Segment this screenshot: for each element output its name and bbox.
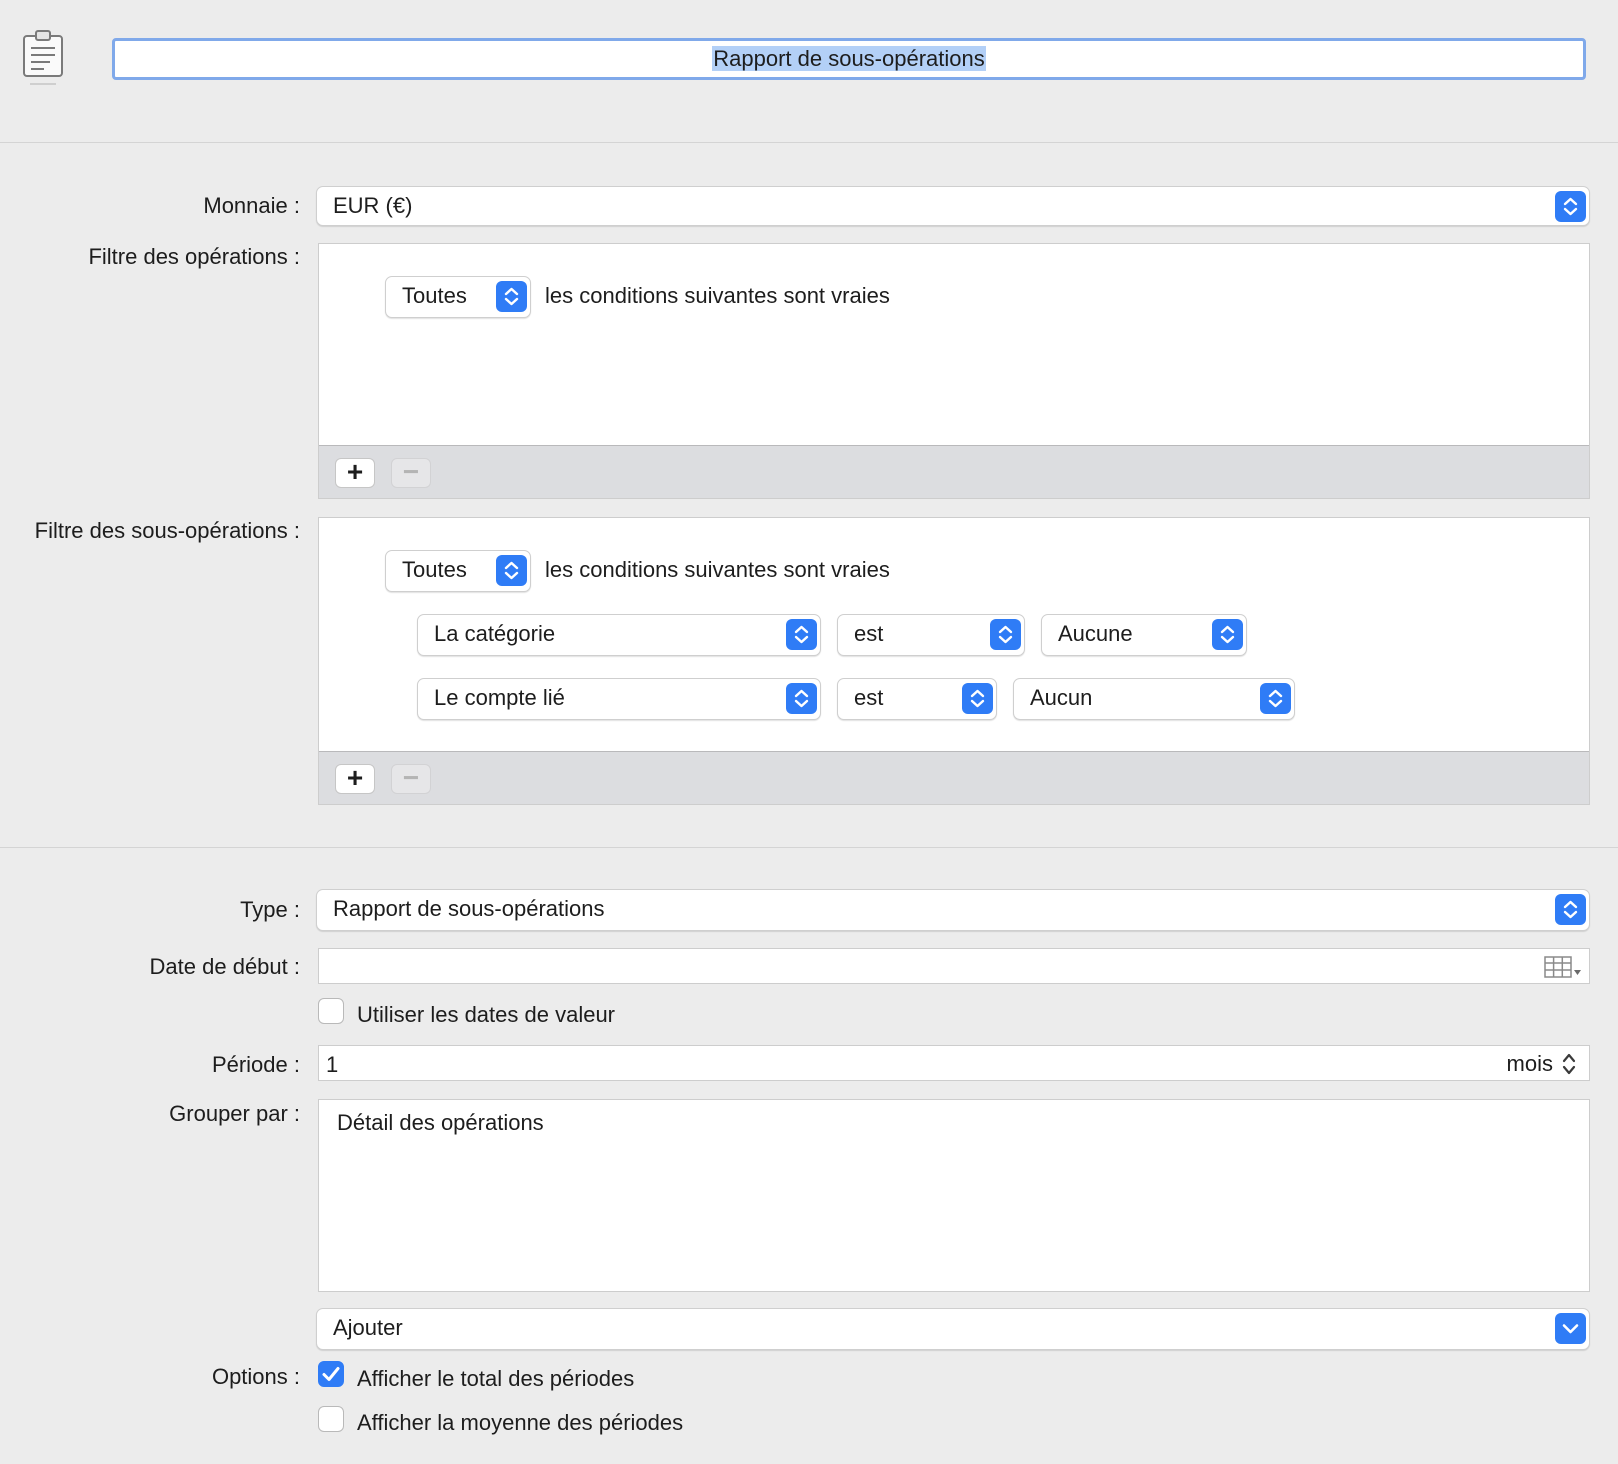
chevron-updown-icon [496, 281, 527, 312]
chevron-updown-icon [1555, 191, 1586, 222]
chevron-updown-icon [990, 619, 1021, 650]
show-total-label: Afficher le total des périodes [357, 1366, 635, 1391]
remove-rule-button[interactable]: − [391, 764, 431, 794]
rule-field-value: La catégorie [434, 621, 556, 646]
split-filter-label: Filtre des sous-opérations : [34, 518, 300, 543]
transaction-filter-label: Filtre des opérations : [88, 244, 300, 269]
rule-operator-value: est [854, 621, 884, 646]
start-date-field[interactable] [318, 948, 1590, 984]
checkmark-icon [322, 1367, 340, 1381]
transaction-match-popup[interactable]: Toutes [385, 276, 531, 318]
show-average-checkbox[interactable] [318, 1406, 344, 1432]
transaction-filter-editor: Toutes les conditions suivantes sont vra… [318, 243, 1590, 499]
split-match-suffix: les conditions suivantes sont vraies [545, 557, 890, 582]
split-match-popup[interactable]: Toutes [385, 550, 531, 592]
list-item[interactable]: Détail des opérations [337, 1110, 544, 1136]
transaction-filter-toolbar: + − [319, 445, 1589, 498]
add-rule-button[interactable]: + [335, 458, 375, 488]
rule-operator-popup[interactable]: est [837, 614, 1025, 656]
chevron-updown-icon [496, 555, 527, 586]
rule-field-value: Le compte lié [434, 685, 565, 710]
calendar-icon[interactable] [1543, 955, 1583, 979]
group-by-label: Grouper par : [169, 1101, 300, 1126]
report-title-field[interactable]: Rapport de sous-opérations [112, 38, 1586, 80]
add-rule-button[interactable]: + [335, 764, 375, 794]
currency-popup[interactable]: EUR (€) [316, 186, 1590, 226]
rule-field-popup[interactable]: La catégorie [417, 614, 821, 656]
use-value-dates-checkbox[interactable] [318, 998, 344, 1024]
chevron-updown-icon [786, 683, 817, 714]
type-label: Type : [240, 897, 300, 922]
rule-value-popup[interactable]: Aucune [1041, 614, 1247, 656]
period-unit-value: mois [1506, 1051, 1553, 1076]
use-value-dates-label: Utiliser les dates de valeur [357, 1002, 616, 1027]
rule-field-popup[interactable]: Le compte lié [417, 678, 821, 720]
add-group-value: Ajouter [333, 1315, 403, 1340]
currency-label: Monnaie : [203, 193, 300, 218]
rule-value-popup[interactable]: Aucun [1013, 678, 1295, 720]
split-filter-editor: Toutes les conditions suivantes sont vra… [318, 517, 1590, 805]
rule-value-value: Aucune [1058, 621, 1133, 646]
chevron-updown-icon [1562, 1053, 1576, 1075]
report-title-text: Rapport de sous-opérations [712, 46, 986, 71]
transaction-match-suffix: les conditions suivantes sont vraies [545, 283, 890, 308]
chevron-updown-icon [1212, 619, 1243, 650]
chevron-updown-icon [1260, 683, 1291, 714]
remove-rule-button[interactable]: − [391, 458, 431, 488]
split-filter-toolbar: + − [319, 751, 1589, 804]
type-popup[interactable]: Rapport de sous-opérations [316, 889, 1590, 931]
filter-divider [0, 847, 1618, 848]
group-by-list[interactable]: Détail des opérations [318, 1099, 1590, 1292]
rule-operator-popup[interactable]: est [837, 678, 997, 720]
chevron-down-icon [1555, 1313, 1586, 1344]
period-label: Période : [211, 1052, 300, 1077]
show-total-checkbox[interactable] [318, 1361, 344, 1387]
period-value: 1 [326, 1052, 339, 1077]
add-group-popup[interactable]: Ajouter [316, 1308, 1590, 1350]
chevron-updown-icon [962, 683, 993, 714]
show-average-label: Afficher la moyenne des périodes [357, 1410, 684, 1435]
period-field[interactable]: 1 mois [318, 1045, 1590, 1081]
transaction-match-value: Toutes [402, 283, 467, 308]
rule-value-value: Aucun [1030, 685, 1093, 710]
report-icon [22, 28, 64, 88]
rule-operator-value: est [854, 685, 884, 710]
header-divider [0, 142, 1618, 143]
currency-value: EUR (€) [333, 193, 413, 218]
chevron-updown-icon [1555, 894, 1586, 925]
split-match-value: Toutes [402, 557, 467, 582]
type-value: Rapport de sous-opérations [333, 896, 605, 921]
period-unit-popup[interactable]: mois [1507, 1051, 1577, 1077]
chevron-updown-icon [786, 619, 817, 650]
start-date-label: Date de début : [149, 954, 300, 979]
options-label: Options : [211, 1364, 300, 1389]
